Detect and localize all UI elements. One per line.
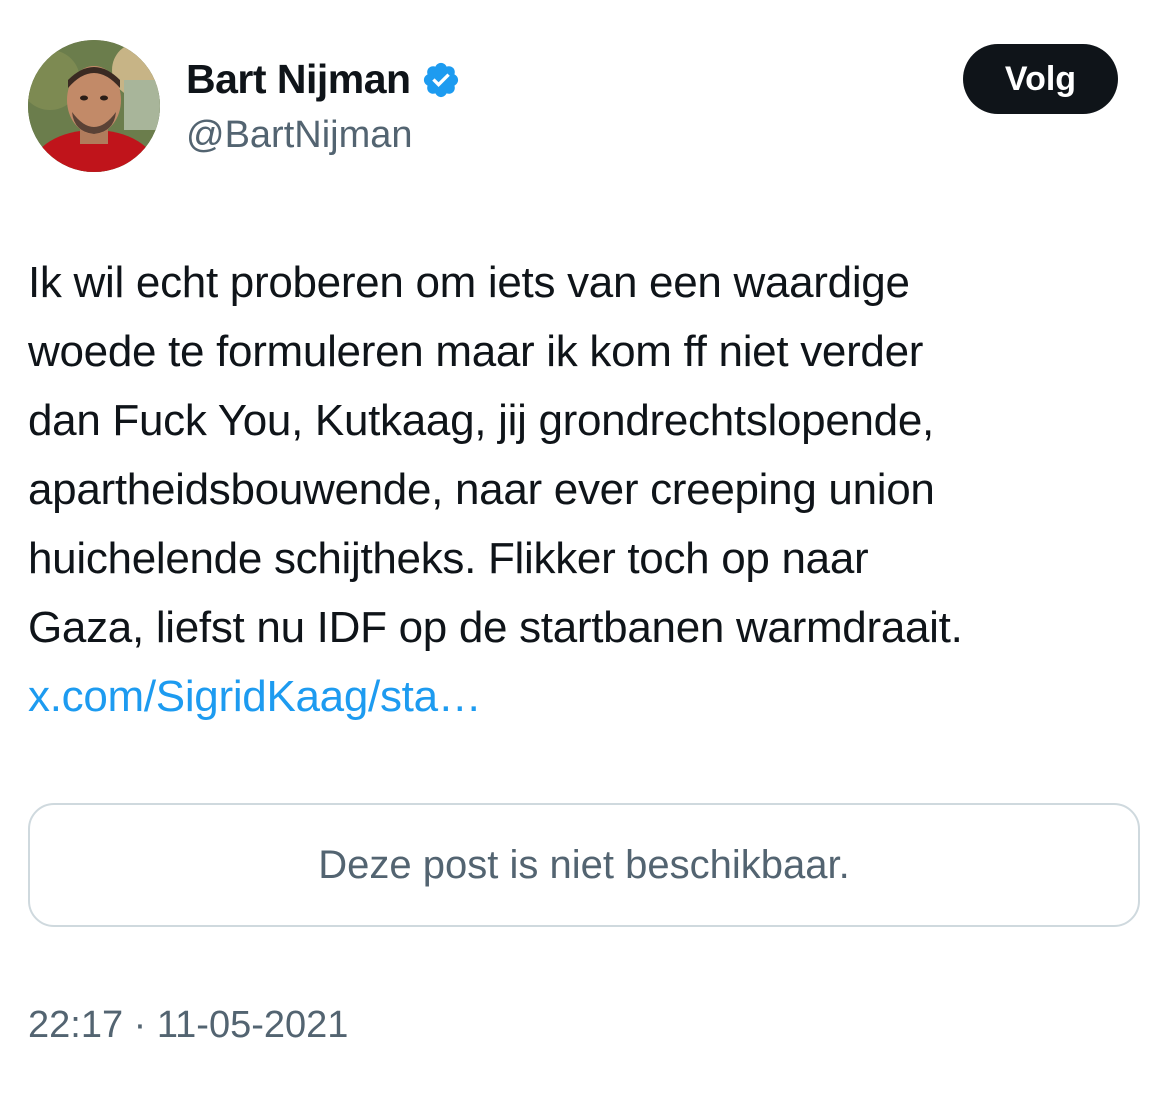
tweet-line: huichelende schijtheks. Flikker toch op … bbox=[28, 534, 869, 583]
display-name[interactable]: Bart Nijman bbox=[186, 56, 461, 103]
tweet-line: Gaza, liefst nu IDF op de startbanen war… bbox=[28, 603, 963, 652]
tweet-line: Ik wil echt proberen om iets van een waa… bbox=[28, 258, 910, 307]
tweet-link[interactable]: x.com/SigridKaag/sta… bbox=[28, 662, 1143, 731]
follow-button[interactable]: Volg bbox=[963, 44, 1118, 114]
user-handle[interactable]: @BartNijman bbox=[186, 114, 413, 157]
tweet-line: woede te formuleren maar ik kom ff niet … bbox=[28, 327, 924, 376]
unavailable-text: Deze post is niet beschikbaar. bbox=[318, 842, 850, 887]
tweet-line: dan Fuck You, Kutkaag, jij grondrechtslo… bbox=[28, 396, 934, 445]
verified-badge-icon[interactable] bbox=[421, 60, 461, 100]
display-name-text[interactable]: Bart Nijman bbox=[186, 56, 411, 103]
timestamp[interactable]: 22:17 · 11-05-2021 bbox=[28, 1004, 348, 1047]
tweet-text: Ik wil echt proberen om iets van een waa… bbox=[28, 248, 1143, 731]
quoted-post-unavailable: Deze post is niet beschikbaar. bbox=[28, 803, 1140, 927]
tweet-line: apartheidsbouwende, naar ever creeping u… bbox=[28, 465, 935, 514]
avatar[interactable] bbox=[28, 40, 160, 172]
